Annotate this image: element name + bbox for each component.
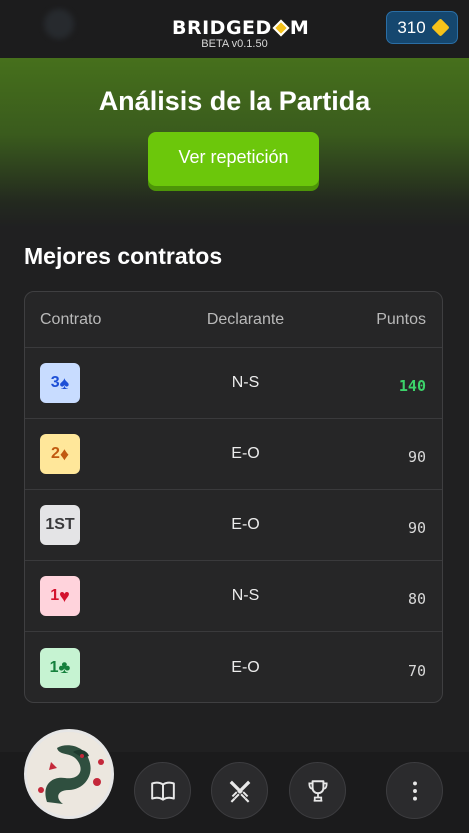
crossed-swords-icon [229,780,250,803]
replay-button[interactable]: Ver repetición [148,132,319,186]
points-cell: 140 [398,377,426,395]
hearts-icon: ♥ [59,585,70,606]
coin-icon [430,18,450,37]
contract-badge: 2 ♦ [40,434,80,474]
tournaments-button[interactable] [289,762,346,819]
contracts-table: Contrato Declarante Puntos 3 ♠ N-S 140 2 ♦ E-O… [24,291,443,703]
column-header-contract: Contrato [40,310,102,328]
points-cell: 90 [407,519,426,537]
page-title: Análisis de la Partida [98,86,371,116]
dragon-avatar-icon [27,732,111,816]
clubs-icon: ♣ [58,657,71,677]
app-logo: BRIDGED M BETA v0.1.50 [172,17,310,50]
declarer-cell: E-O [231,445,260,462]
book-icon [150,781,175,801]
hero-banner: Análisis de la Partida Ver repetición [0,58,469,228]
contract-badge: 1ST [40,505,80,545]
declarer-cell: N-S [231,374,260,391]
coins-count: 310 [397,17,426,37]
diamonds-icon: ♦ [59,443,70,464]
column-header-points: Puntos [376,310,426,328]
logo-diamond-icon [272,19,290,37]
table-header: Contrato Declarante Puntos [25,292,442,348]
trophy-icon [307,779,328,802]
coins-badge[interactable]: 310 [386,11,458,44]
more-vertical-icon [412,780,417,801]
avatar[interactable] [24,729,114,819]
spades-icon: ♠ [59,372,70,393]
section-title: Mejores contratos [24,243,223,269]
contract-level: 3 [50,374,60,391]
contract-level: 1 [50,587,60,604]
points-cell: 70 [407,661,426,680]
menu-icon[interactable] [44,9,74,39]
contract-level: 2 [50,445,60,462]
declarer-cell: E-O [231,658,260,676]
contract-badge: 1 ♥ [40,576,80,616]
declarer-cell: N-S [231,587,260,604]
table-row[interactable]: 3 ♠ N-S 140 [25,348,442,419]
table-row[interactable]: 1 ♣ E-O 70 [25,632,442,702]
points-cell: 90 [407,448,426,466]
rules-book-button[interactable] [134,762,191,819]
version-label: BETA v0.1.50 [201,38,268,50]
more-menu-button[interactable] [386,762,443,819]
table-row[interactable]: 2 ♦ E-O 90 [25,419,442,490]
contract-badge: 3 ♠ [40,363,80,403]
table-row[interactable]: 1ST E-O 90 [25,490,442,561]
contract-level: 1 [49,658,59,676]
table-row[interactable]: 1 ♥ N-S 80 [25,561,442,632]
top-bar: BRIDGED M BETA v0.1.50 310 [0,0,469,58]
declarer-cell: E-O [231,516,260,533]
column-header-declarer: Declarante [206,310,285,328]
contract-level: 1ST [45,516,75,533]
play-button[interactable] [211,762,268,819]
contract-badge: 1 ♣ [40,647,80,688]
points-cell: 80 [407,590,426,608]
